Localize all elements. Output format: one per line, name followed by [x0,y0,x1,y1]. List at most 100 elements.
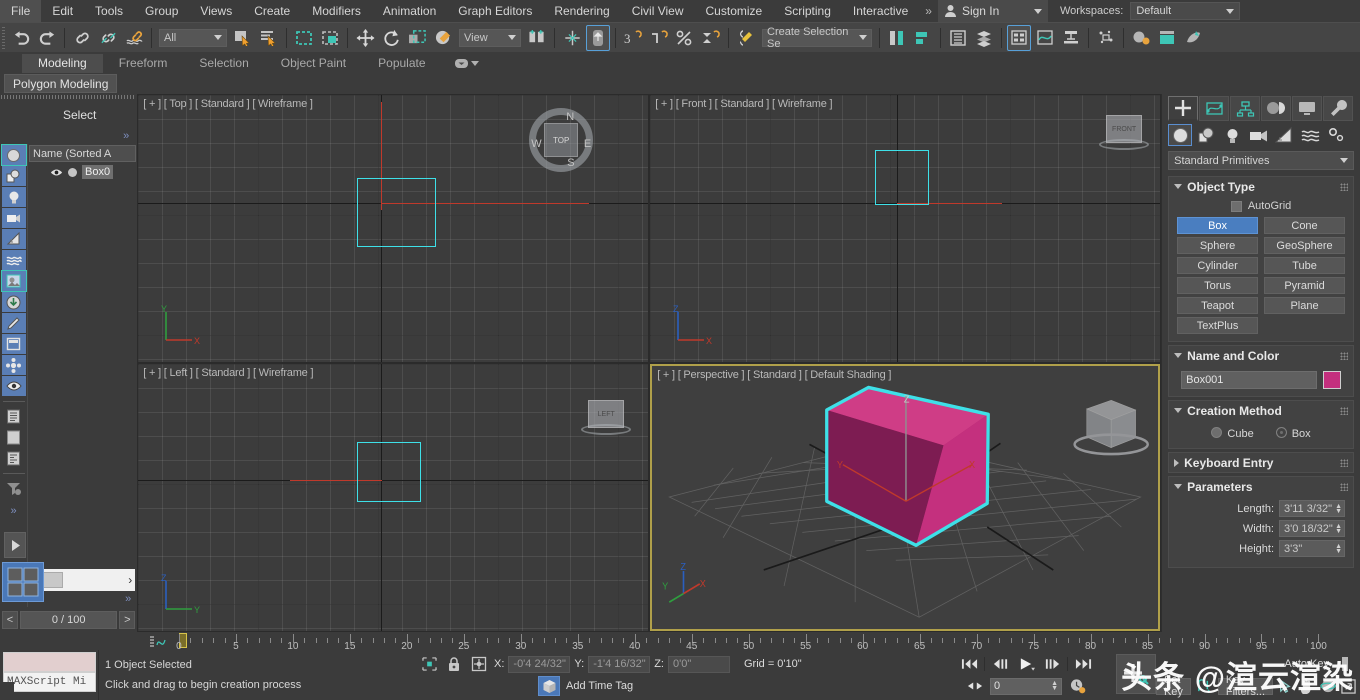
menu-tools[interactable]: Tools [84,0,134,22]
cp-cat-shapes[interactable] [1194,124,1218,146]
radio-cube[interactable]: Cube [1211,427,1254,440]
select-and-scale-button[interactable] [405,25,429,51]
timeline-ruler[interactable]: 0 5 10 15 20 25 30 35 40 45 50 55 60 65 70 75 80 85 90 95 10… [173,632,1360,650]
rectangular-selection-region-button[interactable] [292,25,316,51]
viewport-label-top[interactable]: [ + ] [ Top ] [ Standard ] [ Wireframe ] [143,98,313,110]
scene-explorer-row[interactable]: Box0 [28,163,137,181]
autogrid-row[interactable]: AutoGrid [1177,200,1345,212]
scene-explorer-expand[interactable]: » [0,130,137,144]
rollout-grip-icon[interactable] [1340,406,1348,415]
objtype-teapot[interactable]: Teapot [1177,297,1259,314]
bind-to-space-warp-button[interactable] [122,25,146,51]
panel-grip[interactable] [69,95,137,99]
percent-snap-button[interactable] [647,25,671,51]
cp-cat-cameras[interactable] [1246,124,1270,146]
material-editor-button[interactable] [1129,25,1153,51]
objtype-pyramid[interactable]: Pyramid [1264,277,1345,294]
menu-scripting[interactable]: Scripting [773,0,842,22]
spinner-arrows-icon[interactable]: ▲ ▼ [1335,543,1342,555]
viewcube-left[interactable]: LEFT [580,400,632,440]
scene-explorer-footer-expand[interactable]: » [28,593,137,607]
orbit-tool-button[interactable] [1320,677,1336,695]
pan-view-button[interactable] [1278,677,1294,695]
schematic-view-button[interactable] [1059,25,1083,51]
coord-input-z[interactable]: 0'0" [667,655,730,673]
panel-grip[interactable] [1,95,68,99]
graph-editor-button[interactable] [1033,25,1057,51]
viewcube-top[interactable]: TOP N S E W [529,108,594,172]
rollout-header-name-and-color[interactable]: Name and Color [1169,346,1353,365]
ribbon-panel-polygon-modeling[interactable]: Polygon Modeling [4,74,118,93]
maxscript-mini-listener[interactable]: MAXScript Mi [0,650,98,700]
time-tag-icon[interactable] [538,676,560,696]
viewport-layout-button[interactable] [2,562,44,602]
autogrid-checkbox[interactable] [1230,200,1242,212]
ribbon-tab-populate[interactable]: Populate [362,54,441,73]
absolute-relative-toggle[interactable] [468,656,490,672]
cp-tab-utilities[interactable] [1323,95,1354,121]
rollout-header-keyboard-entry[interactable]: Keyboard Entry [1169,453,1353,472]
select-by-name-button[interactable] [257,25,281,51]
objtype-plane[interactable]: Plane [1264,297,1345,314]
rollout-header-creation-method[interactable]: Creation Method [1169,401,1353,420]
se-overflow[interactable]: » [10,505,16,517]
redo-button[interactable] [35,25,59,51]
selection-lock-status-icon[interactable] [418,657,440,671]
select-and-rotate-button[interactable] [379,25,403,51]
menu-rendering[interactable]: Rendering [543,0,620,22]
ribbon-tab-selection[interactable]: Selection [183,54,264,73]
spinner-arrows-icon[interactable]: ▲ ▼ [1335,503,1342,515]
maxscript-input[interactable]: MAXScript Mi [3,672,96,692]
animation-playback-toggle[interactable] [4,532,26,558]
object-color-swatch[interactable] [1323,371,1341,389]
se-icon-list-view[interactable] [2,406,26,426]
expand-triangle-icon[interactable] [1174,408,1183,413]
cp-cat-systems[interactable] [1324,124,1348,146]
expand-triangle-icon[interactable] [1174,184,1183,189]
rollout-grip-icon[interactable] [1340,351,1348,360]
box-wireframe[interactable] [875,150,930,205]
named-selection-set-input[interactable]: Create Selection Se [762,26,872,50]
placement-tool-button[interactable] [431,25,455,51]
viewport-left[interactable]: LEFT Z Y [ + ] [ Left ] [ Standard ] [ W… [138,364,649,631]
objtype-cylinder[interactable]: Cylinder [1177,257,1259,274]
viewcube-front[interactable]: FRONT [1098,115,1150,155]
rollout-header-object-type[interactable]: Object Type [1169,177,1353,196]
viewcube-face-top[interactable]: TOP [544,123,579,157]
viewport-top[interactable]: TOP N S E W Y X [ + ] [ Top ] [ Standard… [138,95,649,362]
particle-view-button[interactable] [1094,25,1118,51]
time-configuration-button[interactable] [1066,677,1088,695]
spinner-snap-settings-button[interactable] [699,25,723,51]
track-bar[interactable]: 0 5 10 15 20 25 30 35 40 45 50 55 60 65 70 75 80 85 90 95 10… [0,632,1360,650]
reference-coordinate-select[interactable]: View [459,28,521,47]
radio-box[interactable]: Box [1275,427,1311,440]
cp-cat-geometry[interactable] [1168,124,1193,146]
current-frame-input[interactable]: 0 ▲ ▼ [990,677,1062,695]
cp-cat-space-warps[interactable] [1298,124,1322,146]
maxscript-output[interactable] [3,652,96,672]
key-filters-button[interactable]: Key Filters... [1217,674,1273,698]
add-time-tag-label[interactable]: Add Time Tag [566,680,633,692]
mirror-button[interactable] [885,25,909,51]
box-wireframe[interactable] [357,178,437,247]
objtype-tube[interactable]: Tube [1264,257,1345,274]
auto-key-button[interactable] [1116,654,1156,694]
objtype-cone[interactable]: Cone [1264,217,1345,234]
track-bar-filter-button[interactable] [145,632,173,650]
objtype-box[interactable]: Box [1177,217,1259,234]
selection-lock-toggle[interactable] [444,656,464,672]
layer-explorer-button[interactable] [946,25,970,51]
scene-explorer-hscrollbar[interactable]: ‹ › [30,569,136,591]
key-mode-toggle[interactable] [964,677,986,695]
spinner-snap-toggle-button[interactable]: 3 [621,25,645,51]
ribbon-options-button[interactable] [452,54,482,73]
viewport-label-perspective[interactable]: [ + ] [ Perspective ] [ Standard ] [ Def… [657,369,891,381]
ribbon-tab-modeling[interactable]: Modeling [22,54,103,73]
cp-tab-hierarchy[interactable] [1230,95,1261,121]
go-to-start-button[interactable] [958,655,980,673]
edit-named-selection-sets-button[interactable] [734,25,758,51]
unlink-selection-button[interactable] [96,25,120,51]
undo-button[interactable] [9,25,33,51]
menu-group[interactable]: Group [134,0,189,22]
se-icon-lights[interactable] [1,187,26,207]
